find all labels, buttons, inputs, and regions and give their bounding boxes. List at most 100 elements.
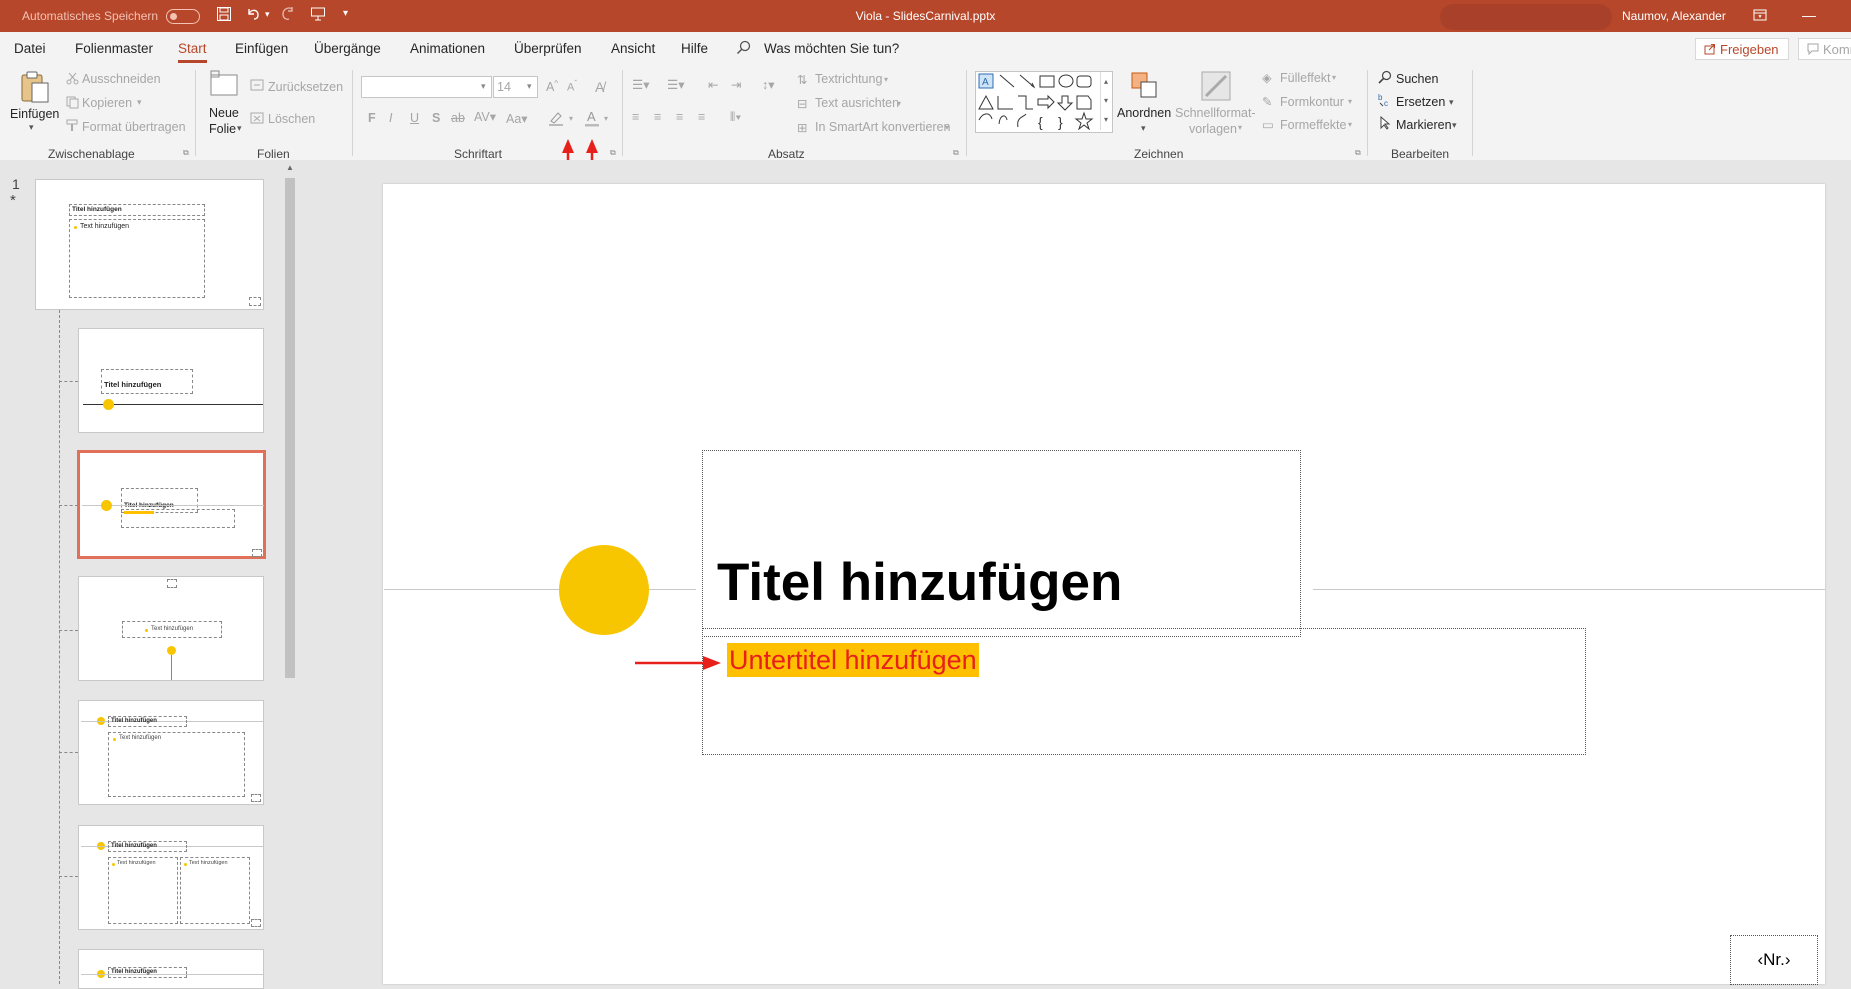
yellow-accent-circle[interactable] bbox=[559, 545, 649, 635]
underline-icon[interactable]: U bbox=[410, 111, 419, 125]
format-painter-button[interactable]: Format übertragen bbox=[82, 120, 186, 134]
gallery-scroll-controls[interactable]: ▴ ▾ ▾ bbox=[1100, 72, 1111, 130]
tab-datei[interactable]: Datei bbox=[14, 41, 46, 56]
strikethrough-icon[interactable]: ab bbox=[451, 111, 465, 125]
shape-fill-button[interactable]: Fülleffekt bbox=[1280, 71, 1331, 85]
smartart-dropdown-icon[interactable]: ▾ bbox=[945, 123, 949, 132]
clear-formatting-icon[interactable]: A̸ bbox=[595, 79, 604, 95]
quick-styles-label[interactable]: Schnellformat- bbox=[1175, 106, 1256, 120]
drawing-launcher-icon[interactable]: ⧉ bbox=[1355, 148, 1361, 158]
quick-styles-icon[interactable] bbox=[1200, 70, 1232, 105]
paste-button-label[interactable]: Einfügen bbox=[10, 107, 59, 121]
grow-font-icon[interactable]: A^ bbox=[546, 79, 558, 94]
character-spacing-icon[interactable]: AV▾ bbox=[474, 109, 496, 124]
select-button[interactable]: Markieren bbox=[1396, 118, 1452, 132]
bold-icon[interactable]: F bbox=[368, 111, 376, 125]
layout-thumbnail-4[interactable]: Text hinzufügen bbox=[78, 576, 264, 681]
font-name-dropdown-icon[interactable]: ▾ bbox=[481, 81, 486, 92]
share-button[interactable]: Freigeben bbox=[1695, 38, 1789, 60]
shape-effects-dropdown-icon[interactable]: ▾ bbox=[1348, 120, 1352, 129]
new-slide-dropdown-icon[interactable]: ▾ bbox=[237, 123, 242, 134]
arrange-dropdown-icon[interactable]: ▾ bbox=[1141, 123, 1146, 134]
tab-uebergaenge[interactable]: Übergänge bbox=[314, 41, 381, 56]
tab-ueberpruefen[interactable]: Überprüfen bbox=[514, 41, 582, 56]
select-dropdown-icon[interactable]: ▾ bbox=[1452, 120, 1457, 131]
tab-animationen[interactable]: Animationen bbox=[410, 41, 485, 56]
tell-me-search-icon[interactable] bbox=[736, 40, 751, 58]
shape-outline-dropdown-icon[interactable]: ▾ bbox=[1348, 97, 1352, 106]
clipboard-launcher-icon[interactable]: ⧉ bbox=[183, 148, 189, 158]
align-text-dropdown-icon[interactable]: ▾ bbox=[897, 99, 901, 108]
scroll-up-icon[interactable]: ▲ bbox=[286, 163, 294, 172]
shapes-gallery[interactable]: A { } bbox=[975, 71, 1113, 133]
comments-button[interactable]: Komm bbox=[1798, 38, 1851, 60]
align-left-icon[interactable]: ≡ bbox=[632, 110, 639, 124]
change-case-icon[interactable]: Aa▾ bbox=[506, 111, 528, 126]
highlighter-dropdown-icon[interactable]: ▾ bbox=[569, 114, 573, 123]
shapes-gallery-icons[interactable]: A { } bbox=[976, 72, 1110, 131]
paste-icon[interactable] bbox=[18, 70, 52, 107]
text-direction-button[interactable]: Textrichtung bbox=[815, 72, 882, 86]
replace-dropdown-icon[interactable]: ▾ bbox=[1449, 97, 1454, 108]
user-name[interactable]: Naumov, Alexander bbox=[1622, 9, 1726, 23]
font-launcher-icon[interactable]: ⧉ bbox=[610, 148, 616, 158]
font-color-dropdown-icon[interactable]: ▾ bbox=[604, 114, 608, 123]
paragraph-launcher-icon[interactable]: ⧉ bbox=[953, 148, 959, 158]
smartart-button[interactable]: In SmartArt konvertieren bbox=[815, 120, 950, 134]
quick-styles-label-2[interactable]: vorlagen bbox=[1189, 122, 1237, 136]
ribbon-display-options-icon[interactable] bbox=[1752, 7, 1768, 26]
shape-outline-button[interactable]: Formkontur bbox=[1280, 95, 1344, 109]
cut-button[interactable]: Ausschneiden bbox=[82, 72, 161, 86]
thumbnail-scroll-thumb[interactable] bbox=[285, 178, 295, 678]
tab-einfuegen[interactable]: Einfügen bbox=[235, 41, 288, 56]
tab-hilfe[interactable]: Hilfe bbox=[681, 41, 708, 56]
paste-dropdown-icon[interactable]: ▾ bbox=[29, 122, 34, 133]
italic-icon[interactable]: I bbox=[389, 111, 392, 125]
layout-thumbnail-6[interactable]: Titel hinzufügen Text hinzufügen Text hi… bbox=[78, 825, 264, 930]
reset-button[interactable]: Zurücksetzen bbox=[268, 80, 343, 94]
decrease-indent-icon[interactable]: ⇤ bbox=[708, 77, 718, 92]
layout-thumbnail-2[interactable]: Titel hinzufügen bbox=[78, 328, 264, 433]
new-slide-icon[interactable] bbox=[208, 69, 240, 100]
slide-title-text[interactable]: Titel hinzufügen bbox=[717, 552, 1122, 613]
shape-fill-dropdown-icon[interactable]: ▾ bbox=[1332, 73, 1336, 82]
minimize-icon[interactable]: — bbox=[1802, 7, 1816, 23]
tab-folienmaster[interactable]: Folienmaster bbox=[75, 41, 153, 56]
layout-thumbnail-5[interactable]: Titel hinzufügen Text hinzufügen bbox=[78, 700, 264, 805]
numbering-icon[interactable]: ☰▾ bbox=[667, 77, 684, 92]
new-slide-label[interactable]: Neue bbox=[209, 106, 239, 120]
new-slide-label-2[interactable]: Folie bbox=[209, 122, 236, 136]
tab-start[interactable]: Start bbox=[178, 41, 207, 63]
line-spacing-icon[interactable]: ↕▾ bbox=[762, 77, 775, 92]
layout-thumbnail-7[interactable]: Titel hinzufügen bbox=[78, 949, 264, 989]
align-center-icon[interactable]: ≡ bbox=[654, 110, 661, 124]
find-button[interactable]: Suchen bbox=[1396, 72, 1438, 86]
font-color-icon[interactable]: A bbox=[584, 109, 600, 130]
font-name-field[interactable] bbox=[361, 76, 492, 98]
arrange-icon[interactable] bbox=[1130, 71, 1160, 104]
master-thumbnail[interactable]: Titel hinzufügen Text hinzufügen bbox=[35, 179, 264, 310]
shadow-icon[interactable]: S bbox=[432, 111, 440, 125]
text-direction-dropdown-icon[interactable]: ▾ bbox=[884, 75, 888, 84]
replace-button[interactable]: Ersetzen bbox=[1396, 95, 1445, 109]
slide-subtitle-text[interactable]: Untertitel hinzufügen bbox=[727, 643, 979, 677]
arrange-label[interactable]: Anordnen bbox=[1117, 106, 1171, 120]
align-right-icon[interactable]: ≡ bbox=[676, 110, 683, 124]
shape-effects-button[interactable]: Formeffekte bbox=[1280, 118, 1346, 132]
shrink-font-icon[interactable]: Aˇ bbox=[567, 79, 577, 94]
tab-ansicht[interactable]: Ansicht bbox=[611, 41, 655, 56]
align-text-button[interactable]: Text ausrichten bbox=[815, 96, 899, 110]
columns-icon[interactable]: ⫴▾ bbox=[730, 110, 741, 125]
font-size-dropdown-icon[interactable]: ▾ bbox=[527, 81, 532, 92]
bullets-icon[interactable]: ☰▾ bbox=[632, 77, 649, 92]
font-size-field[interactable]: 14 ▾ bbox=[493, 76, 538, 98]
delete-slide-button[interactable]: Löschen bbox=[268, 112, 315, 126]
layout-thumbnail-3-selected[interactable]: Titel hinzufügen bbox=[77, 450, 266, 559]
increase-indent-icon[interactable]: ⇥ bbox=[731, 77, 741, 92]
copy-dropdown-icon[interactable]: ▾ bbox=[137, 97, 142, 108]
quick-styles-dropdown-icon[interactable]: ▾ bbox=[1238, 123, 1242, 132]
copy-button[interactable]: Kopieren bbox=[82, 96, 132, 110]
highlighter-icon[interactable] bbox=[548, 110, 564, 129]
justify-icon[interactable]: ≡ bbox=[698, 110, 705, 124]
tell-me-input[interactable]: Was möchten Sie tun? bbox=[764, 41, 899, 56]
